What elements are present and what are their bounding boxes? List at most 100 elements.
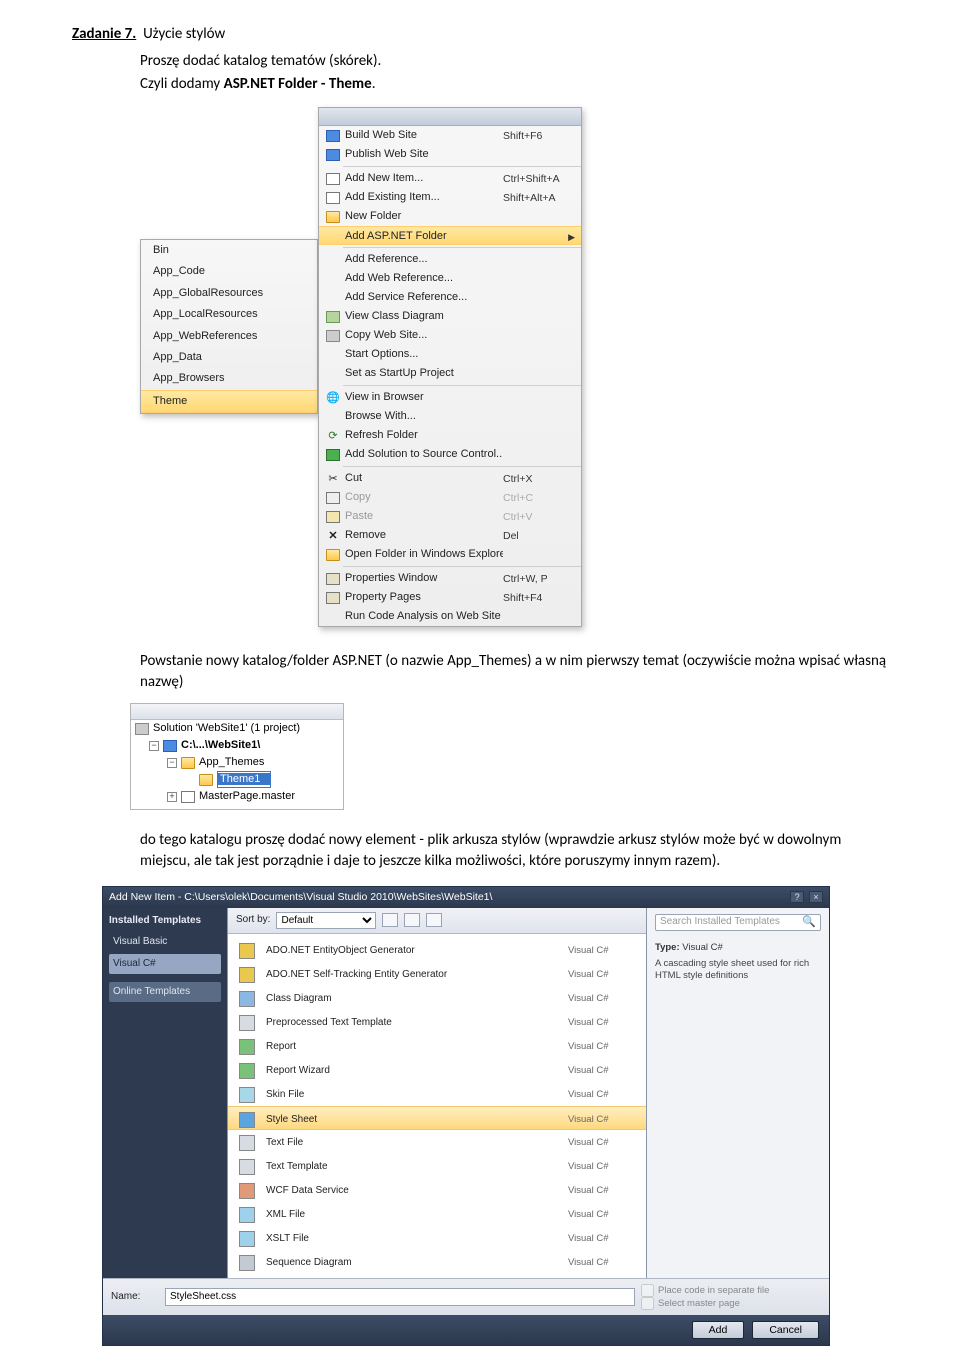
- template-item-text-file[interactable]: Text FileVisual C#: [228, 1130, 646, 1154]
- menu-item-add-new-item[interactable]: Add New Item...Ctrl+Shift+A: [319, 169, 581, 188]
- menu-item-copy-web-site[interactable]: Copy Web Site...: [319, 326, 581, 345]
- menu-item-start-options[interactable]: Start Options...: [319, 345, 581, 364]
- template-language: Visual C#: [568, 1160, 638, 1173]
- master-page-label: MasterPage.master: [199, 789, 295, 804]
- template-item-skin-file[interactable]: Skin FileVisual C#: [228, 1082, 646, 1106]
- menu-item-add-asp-net-folder[interactable]: Add ASP.NET Folder▶: [319, 226, 581, 245]
- menu-item-label: Paste: [345, 509, 503, 524]
- menu-top-strip: [319, 108, 581, 126]
- menu-item-add-web-reference[interactable]: Add Web Reference...: [319, 269, 581, 288]
- template-item-text-template[interactable]: Text TemplateVisual C#: [228, 1154, 646, 1178]
- menu-item-label: Remove: [345, 528, 503, 543]
- rename-input[interactable]: [218, 773, 270, 785]
- help-button[interactable]: ?: [790, 891, 804, 903]
- menu-item-set-as-startup-project[interactable]: Set as StartUp Project: [319, 364, 581, 383]
- template-item-class-diagram[interactable]: Class DiagramVisual C#: [228, 986, 646, 1010]
- menu-item-view-class-diagram[interactable]: View Class Diagram: [319, 307, 581, 326]
- menu-item-remove[interactable]: ✕RemoveDel: [319, 526, 581, 545]
- template-label: Preprocessed Text Template: [266, 1016, 568, 1030]
- template-item-report[interactable]: ReportVisual C#: [228, 1034, 646, 1058]
- gray-icon: [325, 328, 341, 344]
- menu-item-add-service-reference[interactable]: Add Service Reference...: [319, 288, 581, 307]
- menu-item-new-folder[interactable]: New Folder: [319, 207, 581, 226]
- template-language: Visual C#: [568, 968, 638, 981]
- template-item-report-wizard[interactable]: Report WizardVisual C#: [228, 1058, 646, 1082]
- template-language: Visual C#: [568, 1064, 638, 1077]
- menu-item-label: Set as StartUp Project: [345, 366, 503, 381]
- view-list-icon[interactable]: [426, 913, 442, 927]
- dialog-center-panel: Sort by: Default ADO.NET EntityObject Ge…: [227, 908, 647, 1278]
- template-item-preprocessed-text-template[interactable]: Preprocessed Text TemplateVisual C#: [228, 1010, 646, 1034]
- menu-separator: [343, 385, 581, 386]
- solution-toolbar: [131, 704, 343, 720]
- add-new-item-dialog: Add New Item - C:\Users\olek\Documents\V…: [102, 886, 830, 1346]
- add-button[interactable]: Add: [692, 1321, 745, 1339]
- template-icon: [238, 990, 256, 1008]
- view-medium-icon[interactable]: [404, 913, 420, 927]
- template-item-ado-net-entityobject-generator[interactable]: ADO.NET EntityObject GeneratorVisual C#: [228, 938, 646, 962]
- menu-separator: [343, 466, 581, 467]
- menu-item-label: Copy Web Site...: [345, 328, 503, 343]
- menu-item-build-web-site[interactable]: Build Web SiteShift+F6: [319, 126, 581, 145]
- template-item-ado-net-self-tracking-entity-generator[interactable]: ADO.NET Self-Tracking Entity GeneratorVi…: [228, 962, 646, 986]
- menu-item-label: Add Service Reference...: [345, 290, 503, 305]
- file-icon: [181, 791, 195, 803]
- submenu-item-app-webreferences[interactable]: App_WebReferences: [141, 326, 317, 347]
- menu-item-label: Build Web Site: [345, 128, 503, 143]
- menu-item-add-reference[interactable]: Add Reference...: [319, 250, 581, 269]
- name-input[interactable]: [165, 1288, 635, 1306]
- menu-item-label: View Class Diagram: [345, 309, 503, 324]
- cancel-button[interactable]: Cancel: [752, 1321, 819, 1339]
- close-button[interactable]: ×: [809, 891, 823, 903]
- menu-item-label: Add New Item...: [345, 171, 503, 186]
- menu-item-property-pages[interactable]: Property PagesShift+F4: [319, 588, 581, 607]
- submenu-item-app-localresources[interactable]: App_LocalResources: [141, 304, 317, 325]
- template-language: Visual C#: [568, 1232, 638, 1245]
- submenu-item-app-data[interactable]: App_Data: [141, 347, 317, 368]
- expand-icon[interactable]: +: [167, 792, 177, 802]
- rename-input-wrapper[interactable]: [217, 771, 271, 788]
- menu-item-add-solution-to-source-control[interactable]: Add Solution to Source Control...: [319, 445, 581, 464]
- template-category-visual-c-[interactable]: Visual C#: [109, 954, 221, 974]
- menu-item-open-folder-in-windows-explorer[interactable]: Open Folder in Windows Explorer: [319, 545, 581, 564]
- solution-node[interactable]: Solution 'WebSite1' (1 project): [131, 720, 343, 737]
- menu-item-run-code-analysis-on-web-site[interactable]: Run Code Analysis on Web Site: [319, 607, 581, 626]
- submenu-item-app-globalresources[interactable]: App_GlobalResources: [141, 283, 317, 304]
- submenu-item-app-code[interactable]: App_Code: [141, 261, 317, 282]
- menu-item-add-existing-item[interactable]: Add Existing Item...Shift+Alt+A: [319, 188, 581, 207]
- app-themes-node[interactable]: − App_Themes: [131, 754, 343, 771]
- master-page-node[interactable]: + MasterPage.master: [131, 788, 343, 805]
- online-templates[interactable]: Online Templates: [109, 982, 221, 1002]
- template-language: Visual C#: [568, 1184, 638, 1197]
- menu-item-refresh-folder[interactable]: ⟳Refresh Folder: [319, 426, 581, 445]
- blue-icon: [325, 128, 341, 144]
- template-language: Visual C#: [568, 1040, 638, 1053]
- project-icon: [163, 740, 177, 752]
- template-icon: [238, 1158, 256, 1176]
- menu-item-label: Add ASP.NET Folder: [345, 229, 503, 244]
- menu-separator: [343, 166, 581, 167]
- collapse-icon[interactable]: −: [167, 758, 177, 768]
- menu-item-properties-window[interactable]: Properties WindowCtrl+W, P: [319, 569, 581, 588]
- search-input[interactable]: Search Installed Templates 🔍: [655, 914, 821, 931]
- menu-item-cut[interactable]: ✂CutCtrl+X: [319, 469, 581, 488]
- menu-item-browse-with[interactable]: Browse With...: [319, 407, 581, 426]
- template-category-visual-basic[interactable]: Visual Basic: [109, 932, 221, 952]
- template-icon: [238, 1206, 256, 1224]
- project-node[interactable]: − C:\...\WebSite1\: [131, 737, 343, 754]
- template-item-style-sheet[interactable]: Style SheetVisual C#: [228, 1106, 646, 1130]
- template-item-wcf-data-service[interactable]: WCF Data ServiceVisual C#: [228, 1178, 646, 1202]
- submenu-item-app-browsers[interactable]: App_Browsers: [141, 368, 317, 389]
- submenu-item-theme[interactable]: Theme: [141, 390, 317, 413]
- submenu-item-bin[interactable]: Bin: [141, 240, 317, 261]
- template-item-xslt-file[interactable]: XSLT FileVisual C#: [228, 1226, 646, 1250]
- menu-item-publish-web-site[interactable]: Publish Web Site: [319, 145, 581, 164]
- sortby-select[interactable]: Default: [276, 912, 376, 929]
- template-item-xml-file[interactable]: XML FileVisual C#: [228, 1202, 646, 1226]
- collapse-icon[interactable]: −: [149, 741, 159, 751]
- view-small-icon[interactable]: [382, 913, 398, 927]
- template-item-sequence-diagram[interactable]: Sequence DiagramVisual C#: [228, 1250, 646, 1274]
- menu-item-view-in-browser[interactable]: 🌐View in Browser: [319, 388, 581, 407]
- theme-node-editing[interactable]: [131, 771, 343, 788]
- intro-line2a: Czyli dodamy: [140, 75, 224, 93]
